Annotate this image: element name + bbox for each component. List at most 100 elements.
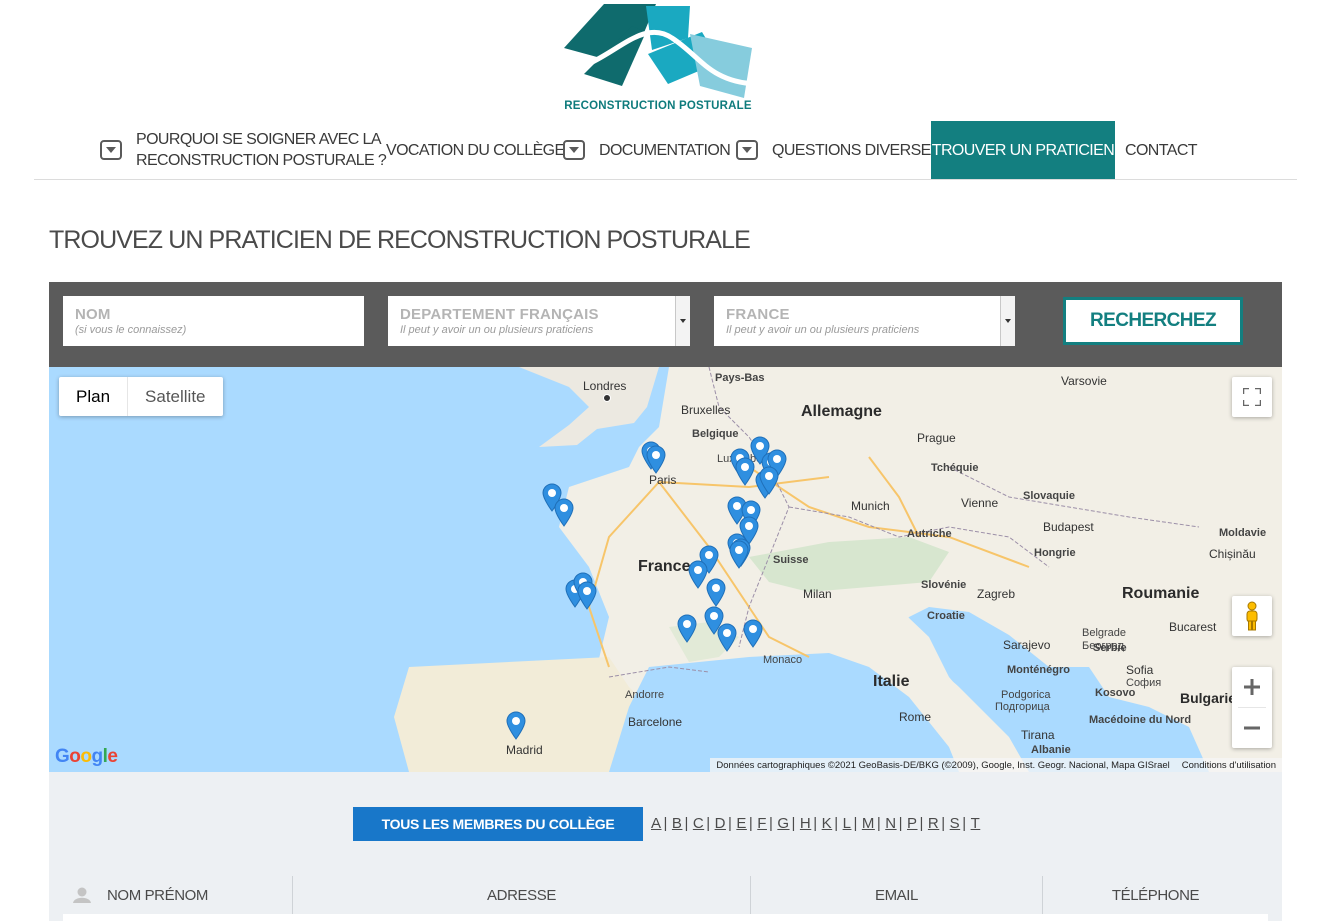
nav-item-trouver[interactable]: TROUVER UN PRATICIEN <box>931 121 1115 179</box>
practitioner-pin[interactable] <box>553 497 575 527</box>
letter-filter-n[interactable]: N <box>885 815 896 832</box>
map-label: Zagreb <box>977 587 1016 601</box>
letter-filter-b[interactable]: B <box>672 815 683 832</box>
name-input[interactable]: NOM (si vous le connaissez) <box>63 296 364 346</box>
column-header-email[interactable]: EMAIL <box>750 876 1042 914</box>
zoom-in-button[interactable] <box>1232 667 1272 707</box>
practitioner-pin[interactable] <box>705 577 727 607</box>
letter-filter-d[interactable]: D <box>715 815 726 832</box>
letter-filter-e[interactable]: E <box>736 815 747 832</box>
site-logo[interactable]: RECONSTRUCTION POSTURALE <box>560 4 757 116</box>
column-header-label: TÉLÉPHONE <box>1111 886 1200 904</box>
practitioner-pin[interactable] <box>728 539 750 569</box>
zoom-out-button[interactable] <box>1232 708 1272 748</box>
country-select[interactable]: FRANCE Il peut y avoir un ou plusieurs p… <box>714 296 1015 346</box>
letter-separator: | <box>898 815 903 832</box>
letter-filter-g[interactable]: G <box>777 815 789 832</box>
all-members-button[interactable]: TOUS LES MEMBRES DU COLLÈGE <box>353 807 643 841</box>
department-select-label: DEPARTEMENT FRANÇAIS <box>400 306 599 323</box>
map-label: France <box>638 558 691 575</box>
map-attribution: Données cartographiques ©2021 GeoBasis-D… <box>710 758 1282 772</box>
attribution-text: Données cartographiques ©2021 GeoBasis-D… <box>716 759 1170 771</box>
letter-separator: | <box>813 815 818 832</box>
fullscreen-button[interactable] <box>1232 377 1272 417</box>
practitioner-pin[interactable] <box>505 710 527 740</box>
column-header-name[interactable]: NOM PRÉNOM <box>63 876 292 914</box>
map-label: Bulgarie <box>1180 690 1237 706</box>
zoom-control <box>1232 667 1272 748</box>
map-label: Prague <box>917 431 956 445</box>
street-view-button[interactable] <box>1232 596 1272 636</box>
map-label: Slovénie <box>921 579 967 591</box>
department-select-hint: Il peut y avoir un ou plusieurs praticie… <box>400 324 594 336</box>
nav-item-vocation[interactable]: VOCATION DU COLLÈGE <box>386 121 565 179</box>
logo-text: RECONSTRUCTION POSTURALE <box>564 100 752 112</box>
nav-item-label: DOCUMENTATION <box>599 141 731 159</box>
pegman-icon <box>1246 601 1258 631</box>
plus-icon <box>1244 679 1260 695</box>
map-label: Slovaquie <box>1023 490 1075 502</box>
practitioner-pin[interactable] <box>645 444 667 474</box>
terms-link[interactable]: Conditions d'utilisation <box>1182 760 1276 771</box>
map-label: Vienne <box>961 496 999 510</box>
letter-filter-a[interactable]: A <box>651 815 662 832</box>
map-label: Londres <box>583 379 627 393</box>
main-nav: POURQUOI SE SOIGNER AVEC LA RECONSTRUCTI… <box>34 121 1297 180</box>
map-label: Chișinău <box>1209 547 1256 561</box>
members-section: TOUS LES MEMBRES DU COLLÈGE A | B | C | D | E | F |… <box>49 772 1282 922</box>
column-header-address[interactable]: ADRESSE <box>292 876 750 914</box>
letter-filter-k[interactable]: K <box>822 815 833 832</box>
letter-separator: | <box>962 815 967 832</box>
nav-item-label-line1: POURQUOI SE SOIGNER AVEC LA <box>136 131 382 148</box>
letter-separator: | <box>684 815 689 832</box>
letter-filter-t[interactable]: T <box>971 815 981 832</box>
letter-filter-p[interactable]: P <box>907 815 918 832</box>
nav-item-contact[interactable]: CONTACT <box>1125 121 1198 179</box>
nav-item-documentation[interactable]: DOCUMENTATION <box>563 121 731 179</box>
select-arrow-icon[interactable] <box>675 296 690 346</box>
column-header-phone[interactable]: TÉLÉPHONE <box>1042 876 1268 914</box>
letter-separator: | <box>941 815 946 832</box>
map-type-satellite-button[interactable]: Satellite <box>127 377 222 416</box>
map-label: Sofia <box>1126 663 1154 677</box>
letter-filter-f[interactable]: F <box>757 815 767 832</box>
letter-filter-c[interactable]: C <box>693 815 704 832</box>
fullscreen-icon <box>1243 388 1261 406</box>
letter-filter-s[interactable]: S <box>950 815 961 832</box>
name-input-label: NOM <box>75 306 111 323</box>
search-button[interactable]: RECHERCHEZ <box>1063 297 1243 345</box>
department-select[interactable]: DEPARTEMENT FRANÇAIS Il peut y avoir un … <box>388 296 690 346</box>
map-label: Bruxelles <box>681 403 731 417</box>
letter-separator: | <box>791 815 796 832</box>
letter-filter-h[interactable]: H <box>800 815 811 832</box>
select-arrow-icon[interactable] <box>1000 296 1015 346</box>
google-logo[interactable]: Google <box>55 746 118 768</box>
dropdown-icon <box>736 140 758 160</box>
map-label: Sarajevo <box>1003 638 1051 652</box>
letter-separator: | <box>876 815 882 832</box>
map-label: Italie <box>873 673 910 690</box>
practitioner-pin[interactable] <box>742 618 764 648</box>
map-label: Barcelone <box>628 715 683 729</box>
letter-filter-r[interactable]: R <box>928 815 939 832</box>
nav-item-label: VOCATION DU COLLÈGE <box>386 141 565 159</box>
nav-item-questions[interactable]: QUESTIONS DIVERSES <box>736 121 941 179</box>
practitioner-pin[interactable] <box>716 622 738 652</box>
map-label: Bucarest <box>1169 620 1217 634</box>
map-label: Croatie <box>927 610 965 622</box>
nav-item-label-line2: RECONSTRUCTION POSTURALE ? <box>136 152 387 169</box>
map-label: Belgrade <box>1082 627 1127 639</box>
nav-item-pourquoi[interactable]: POURQUOI SE SOIGNER AVEC LA RECONSTRUCTI… <box>100 121 387 179</box>
practitioner-pin[interactable] <box>676 613 698 643</box>
map-label: Hongrie <box>1034 547 1076 559</box>
map-type-plan-button[interactable]: Plan <box>59 377 127 416</box>
map-label: Varsovie <box>1061 374 1107 388</box>
letter-filter-l[interactable]: L <box>843 815 852 832</box>
map-label: Macédoine du Nord <box>1089 714 1192 726</box>
letter-filter-m[interactable]: M <box>862 815 875 832</box>
map-label: Monaco <box>763 654 803 666</box>
logo-mark <box>564 4 757 98</box>
practitioner-pin[interactable] <box>758 465 780 495</box>
practitioner-pin[interactable] <box>576 580 598 610</box>
practitioner-map[interactable]: Londres Pays-Bas Bruxelles Belgique Alle… <box>49 367 1282 772</box>
